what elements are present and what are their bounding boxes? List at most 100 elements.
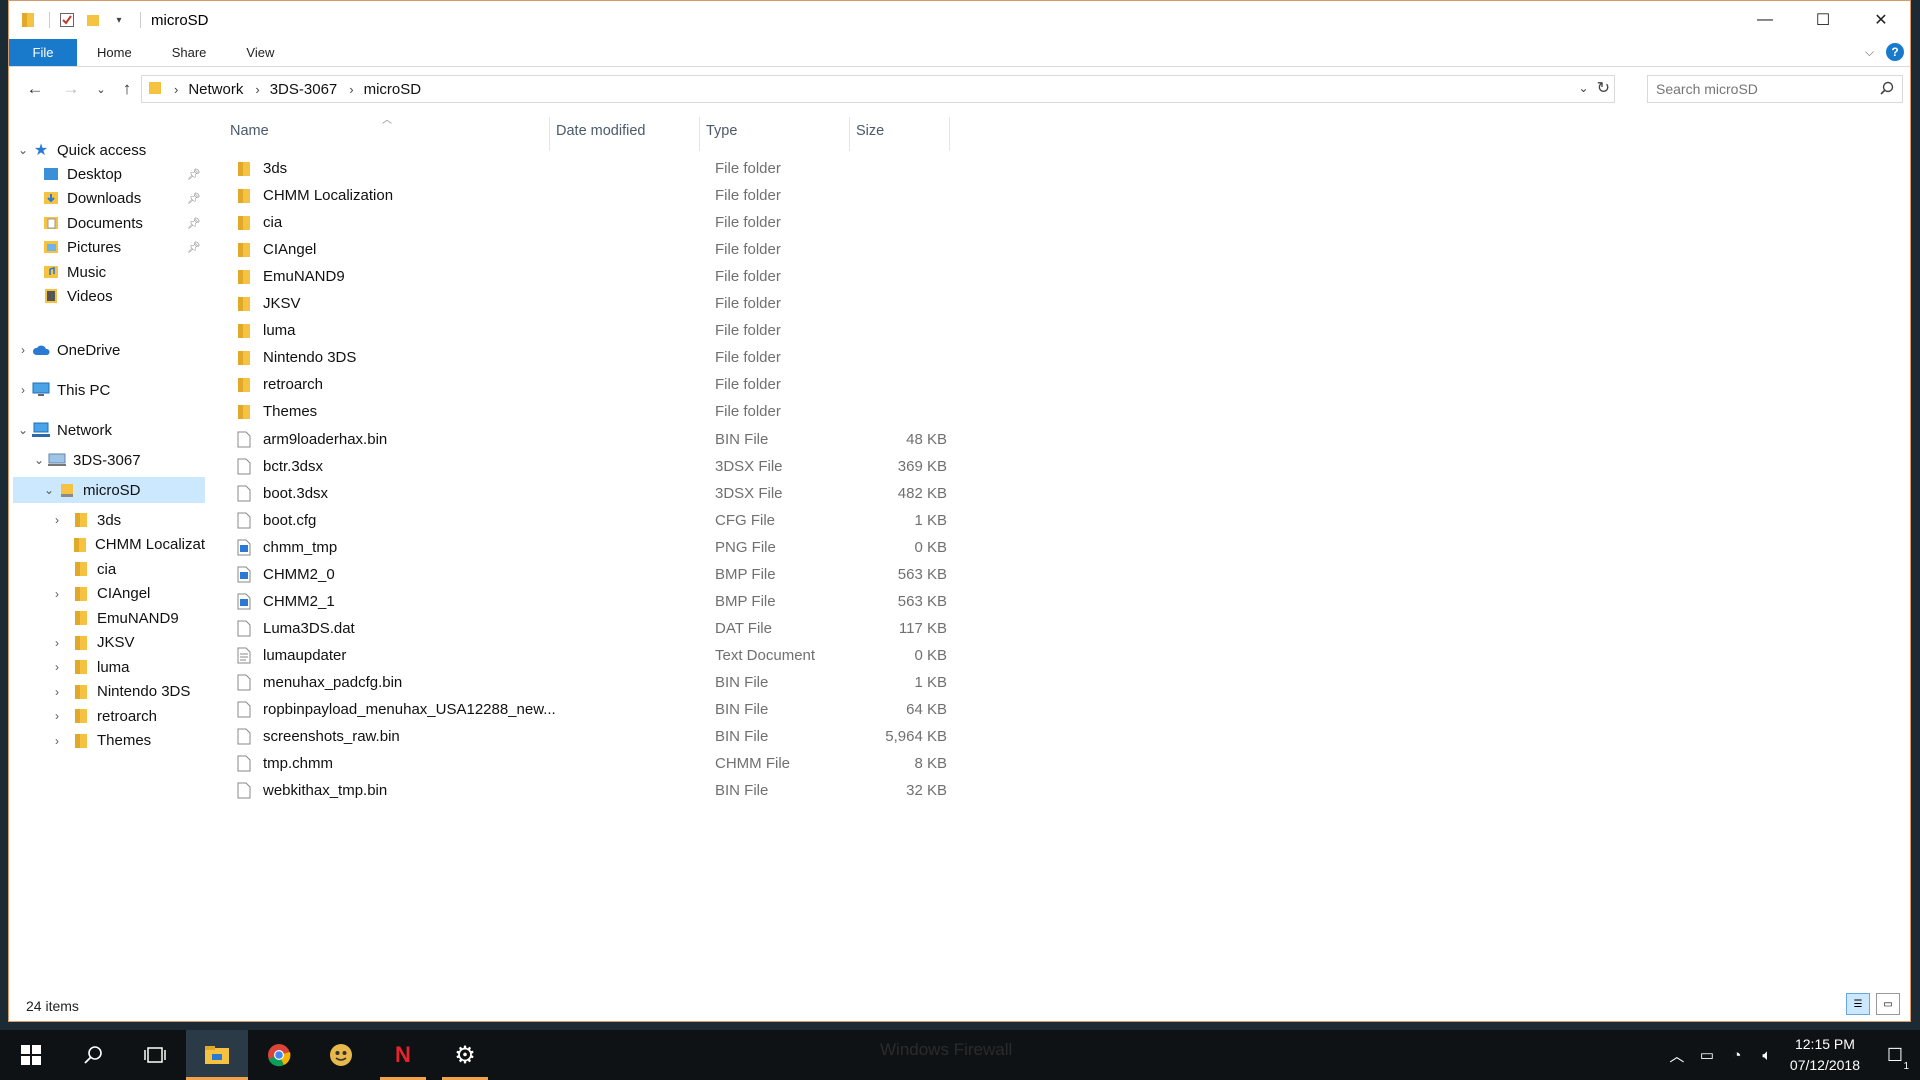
table-row[interactable]: arm9loaderhax.bin BIN File 48 KB: [235, 426, 955, 453]
search-icon[interactable]: [1880, 81, 1894, 98]
collapse-chevron-icon[interactable]: ⌄: [15, 143, 31, 157]
tree-folder-item[interactable]: EmuNAND9: [49, 605, 205, 631]
volume-icon[interactable]: 🔈︎: [1752, 1047, 1782, 1064]
maximize-button[interactable]: ☐: [1794, 1, 1852, 39]
start-button[interactable]: [0, 1030, 62, 1080]
table-row[interactable]: Nintendo 3DS File folder: [235, 344, 955, 371]
settings-gear-icon[interactable]: ⚙: [434, 1030, 496, 1080]
expand-ribbon-icon[interactable]: ⌵: [1865, 45, 1874, 60]
tab-view[interactable]: View: [226, 39, 294, 66]
table-row[interactable]: 3ds File folder: [235, 155, 955, 182]
wifi-icon[interactable]: ◔: [1722, 1047, 1752, 1064]
expand-chevron-icon[interactable]: ›: [49, 660, 65, 674]
sidebar-item-videos[interactable]: Videos: [41, 283, 201, 309]
expand-chevron-icon[interactable]: ›: [15, 343, 31, 357]
breadcrumb-current[interactable]: microSD: [364, 81, 422, 98]
column-divider[interactable]: [949, 117, 950, 151]
sidebar-item-downloads[interactable]: Downloads 📌︎: [41, 185, 201, 211]
expand-chevron-icon[interactable]: ›: [15, 383, 31, 397]
expand-chevron-icon[interactable]: ›: [49, 513, 65, 527]
table-row[interactable]: screenshots_raw.bin BIN File 5,964 KB: [235, 723, 955, 750]
close-button[interactable]: ✕: [1852, 1, 1910, 39]
breadcrumb-network[interactable]: Network: [188, 81, 243, 98]
table-row[interactable]: boot.cfg CFG File 1 KB: [235, 507, 955, 534]
refresh-icon[interactable]: ↻: [1597, 78, 1610, 98]
table-row[interactable]: Luma3DS.dat DAT File 117 KB: [235, 615, 955, 642]
table-row[interactable]: Themes File folder: [235, 398, 955, 425]
column-header-size[interactable]: Size: [856, 117, 884, 145]
pin-icon[interactable]: 📌︎: [187, 192, 201, 205]
action-center-icon[interactable]: ☐ 1: [1870, 1030, 1920, 1080]
table-row[interactable]: CHMM2_0 BMP File 563 KB: [235, 561, 955, 588]
column-divider[interactable]: [849, 117, 850, 151]
tree-folder-item[interactable]: › 3ds: [49, 507, 205, 533]
customize-qat-icon[interactable]: ▾: [108, 9, 130, 31]
table-row[interactable]: ropbinpayload_menuhax_USA12288_new... BIN…: [235, 696, 955, 723]
tree-folder-item[interactable]: CHMM Localizat: [49, 532, 205, 558]
nav-this-pc[interactable]: › This PC: [15, 377, 205, 403]
table-row[interactable]: EmuNAND9 File folder: [235, 263, 955, 290]
properties-icon[interactable]: [56, 9, 78, 31]
up-arrow-icon[interactable]: ↑: [115, 77, 139, 101]
address-bar[interactable]: › Network › 3DS-3067 › microSD ⌄ ↻: [141, 75, 1615, 103]
chrome-icon[interactable]: [248, 1030, 310, 1080]
breadcrumb-separator-icon[interactable]: ›: [255, 82, 259, 97]
table-row[interactable]: boot.3dsx 3DSX File 482 KB: [235, 480, 955, 507]
tree-folder-item[interactable]: › JKSV: [49, 630, 205, 656]
table-row[interactable]: luma File folder: [235, 317, 955, 344]
collapse-chevron-icon[interactable]: ⌄: [31, 453, 47, 467]
nav-quick-access[interactable]: ⌄ ★ Quick access: [15, 137, 205, 163]
collapse-chevron-icon[interactable]: ⌄: [15, 423, 31, 437]
column-header-date[interactable]: Date modified: [556, 117, 645, 145]
table-row[interactable]: chmm_tmp PNG File 0 KB: [235, 534, 955, 561]
table-row[interactable]: lumaupdater Text Document 0 KB: [235, 642, 955, 669]
expand-chevron-icon[interactable]: ›: [49, 685, 65, 699]
search-taskbar-icon[interactable]: [62, 1030, 124, 1080]
emoji-app-icon[interactable]: [310, 1030, 372, 1080]
pin-icon[interactable]: 📌︎: [187, 217, 201, 230]
table-row[interactable]: CHMM Localization File folder: [235, 182, 955, 209]
column-divider[interactable]: [699, 117, 700, 151]
netflix-icon[interactable]: N: [372, 1030, 434, 1080]
pin-icon[interactable]: 📌︎: [187, 241, 201, 254]
table-row[interactable]: tmp.chmm CHMM File 8 KB: [235, 750, 955, 777]
pin-icon[interactable]: 📌︎: [187, 168, 201, 181]
tree-folder-item[interactable]: › Themes: [49, 728, 205, 754]
tab-share[interactable]: Share: [152, 39, 227, 66]
tab-file[interactable]: File: [9, 39, 77, 66]
column-divider[interactable]: [549, 117, 550, 151]
minimize-button[interactable]: —: [1736, 1, 1794, 39]
expand-chevron-icon[interactable]: ›: [49, 709, 65, 723]
nav-device[interactable]: ⌄ 3DS-3067: [31, 447, 205, 473]
tree-folder-item[interactable]: › Nintendo 3DS: [49, 679, 205, 705]
file-explorer-taskbar-icon[interactable]: [186, 1030, 248, 1080]
table-row[interactable]: CHMM2_1 BMP File 563 KB: [235, 588, 955, 615]
search-input[interactable]: [1656, 81, 1866, 97]
details-view-icon[interactable]: ☰: [1846, 993, 1870, 1015]
large-icons-view-icon[interactable]: ▭: [1876, 993, 1900, 1015]
nav-network[interactable]: ⌄ Network: [15, 417, 205, 443]
clock[interactable]: 12:15 PM 07/12/2018: [1790, 1034, 1860, 1076]
nav-onedrive[interactable]: › OneDrive: [15, 337, 205, 363]
sidebar-item-music[interactable]: Music: [41, 259, 201, 285]
table-row[interactable]: cia File folder: [235, 209, 955, 236]
breadcrumb-device[interactable]: 3DS-3067: [270, 81, 338, 98]
table-row[interactable]: bctr.3dsx 3DSX File 369 KB: [235, 453, 955, 480]
sidebar-item-desktop[interactable]: Desktop 📌︎: [41, 161, 201, 187]
table-row[interactable]: JKSV File folder: [235, 290, 955, 317]
table-row[interactable]: CIAngel File folder: [235, 236, 955, 263]
app-folder-icon[interactable]: [17, 9, 39, 31]
expand-chevron-icon[interactable]: ›: [49, 636, 65, 650]
sidebar-item-documents[interactable]: Documents 📌︎: [41, 210, 201, 236]
sidebar-item-pictures[interactable]: Pictures 📌︎: [41, 234, 201, 260]
forward-arrow-icon[interactable]: →: [59, 77, 83, 101]
nav-drive-selected[interactable]: ⌄ microSD: [13, 477, 205, 503]
tab-home[interactable]: Home: [77, 39, 152, 66]
column-header-type[interactable]: Type: [706, 117, 737, 145]
table-row[interactable]: menuhax_padcfg.bin BIN File 1 KB: [235, 669, 955, 696]
breadcrumb-separator-icon[interactable]: ›: [349, 82, 353, 97]
column-header-name[interactable]: Name: [230, 117, 269, 145]
new-folder-icon[interactable]: [82, 9, 104, 31]
collapse-chevron-icon[interactable]: ⌄: [41, 483, 57, 497]
table-row[interactable]: webkithax_tmp.bin BIN File 32 KB: [235, 777, 955, 804]
